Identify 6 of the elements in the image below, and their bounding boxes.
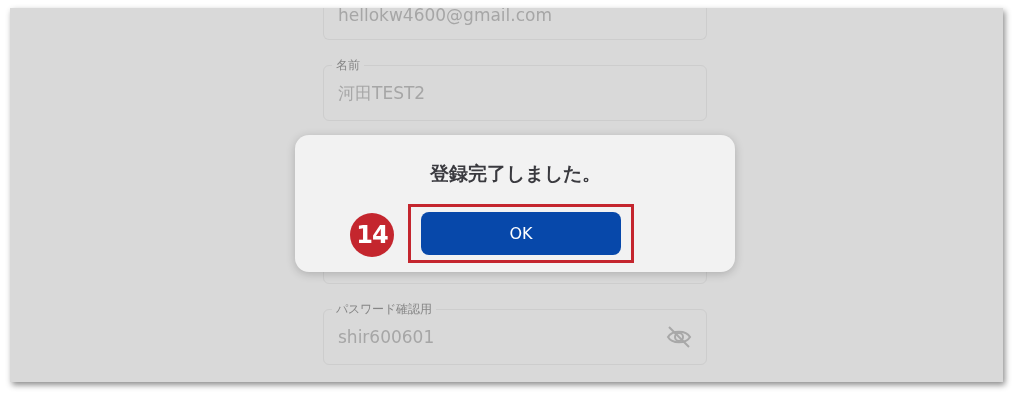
field-label: 名前 — [332, 57, 364, 73]
eye-slash-icon[interactable] — [666, 325, 692, 349]
step-badge: 14 — [350, 213, 394, 257]
ok-button[interactable]: OK — [421, 212, 621, 255]
field-label: パスワード確認用 — [332, 301, 436, 317]
dialog-message: 登録完了しました。 — [429, 161, 601, 186]
